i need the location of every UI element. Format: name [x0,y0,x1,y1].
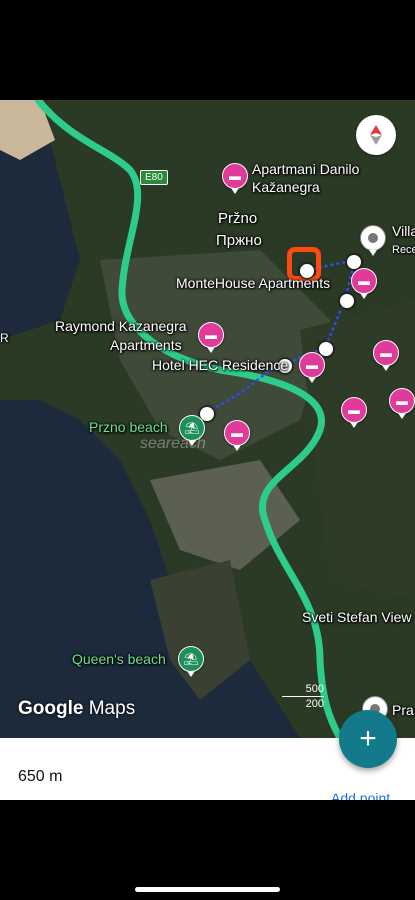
label-raymond-2[interactable]: Apartments [110,337,182,353]
map-scale: 500 200 [282,683,324,711]
map-view[interactable]: E80 ▬ Apartmani Danilo Kažanegra Pržno П… [0,100,415,738]
label-przno-cyrillic: Пржно [216,232,262,249]
label-raymond[interactable]: Raymond Kazanegra [55,318,187,334]
label-montehouse[interactable]: MonteHouse Apartments [176,275,330,291]
label-hotel-hec[interactable]: Hotel HEC Residence [152,357,288,373]
label-sveti-stefan-view[interactable]: Sveti Stefan View [302,609,411,625]
hotel-pin-icon[interactable]: ▬ [299,352,325,383]
scale-top: 500 [305,683,324,695]
label-pra[interactable]: Pra [392,702,414,718]
label-edge: R [0,331,9,345]
hotel-pin-icon[interactable]: ▬ [198,322,224,353]
status-bar-area [0,0,415,100]
label-apartmani-danilo[interactable]: Apartmani Danilo [252,161,359,177]
hotel-pin-icon[interactable]: ▬ [351,268,377,299]
google-maps-logo: Google Maps [18,698,136,719]
beach-pin-icon[interactable]: ⛱ [178,646,204,677]
compass-button[interactable] [356,115,396,155]
add-fab-button[interactable]: + [339,710,397,768]
label-przno-latin: Pržno [218,210,258,227]
hotel-pin-icon[interactable]: ▬ [341,397,367,428]
label-villa[interactable]: Villa [392,223,415,239]
bottom-bar-area [0,800,415,900]
hotel-pin-icon[interactable]: ▬ [224,420,250,451]
plus-icon: + [359,722,377,755]
e80-road-shield: E80 [140,170,168,185]
hotel-pin-icon[interactable]: ▬ [222,163,248,194]
label-przno-beach[interactable]: Przno beach [89,419,168,435]
hotel-pin-icon[interactable]: ▬ [373,340,399,371]
watermark: seareach [140,435,206,452]
hotel-pin-icon[interactable]: ▬ [389,388,415,419]
distance-text: 650 m [18,768,63,785]
place-pin-icon[interactable] [360,225,386,256]
home-indicator[interactable] [135,887,280,892]
label-villa-sub: Rece [392,244,415,256]
compass-icon [370,125,382,145]
label-queens-beach[interactable]: Queen's beach [72,651,166,667]
route-waypoint[interactable] [339,293,355,309]
label-apartmani-danilo-2[interactable]: Kažanegra [252,179,320,195]
scale-bottom: 200 [305,698,324,710]
